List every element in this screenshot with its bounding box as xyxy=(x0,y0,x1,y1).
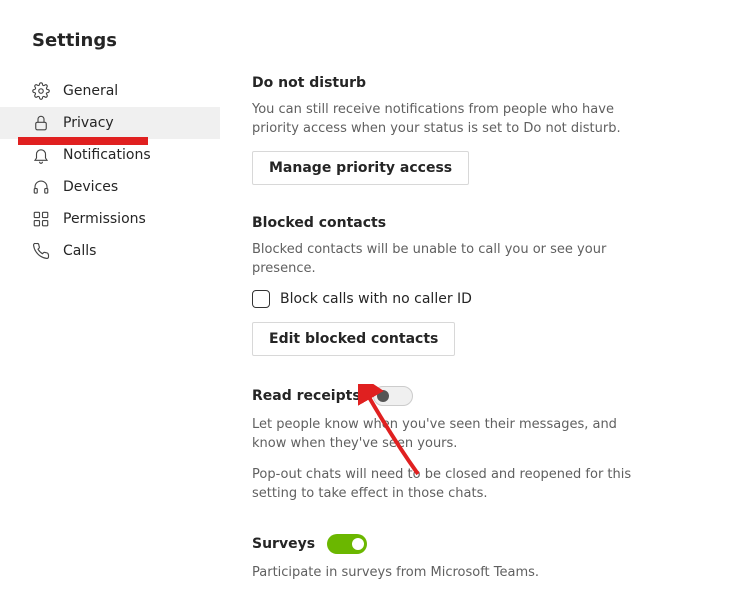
read-receipts-toggle[interactable] xyxy=(373,386,413,406)
page-title: Settings xyxy=(0,0,743,51)
sidebar-item-label: Privacy xyxy=(63,115,114,131)
section-blocked-contacts: Blocked contacts Blocked contacts will b… xyxy=(252,215,646,357)
phone-icon xyxy=(32,242,50,260)
dnd-description: You can still receive notifications from… xyxy=(252,101,646,139)
read-receipts-description-2: Pop-out chats will need to be closed and… xyxy=(252,466,646,504)
surveys-heading: Surveys xyxy=(252,536,315,552)
sidebar-item-permissions[interactable]: Permissions xyxy=(0,203,220,235)
gear-icon xyxy=(32,82,50,100)
checkbox-box-icon xyxy=(252,290,270,308)
manage-priority-access-button[interactable]: Manage priority access xyxy=(252,151,469,185)
sidebar-item-label: Permissions xyxy=(63,211,146,227)
surveys-description: Participate in surveys from Microsoft Te… xyxy=(252,564,646,583)
section-read-receipts: Read receipts Let people know when you'v… xyxy=(252,386,646,503)
edit-blocked-contacts-button[interactable]: Edit blocked contacts xyxy=(252,322,455,356)
headset-icon xyxy=(32,178,50,196)
sidebar-item-calls[interactable]: Calls xyxy=(0,235,220,267)
lock-icon xyxy=(32,114,50,132)
block-no-caller-id-checkbox[interactable]: Block calls with no caller ID xyxy=(252,290,646,308)
section-surveys: Surveys Participate in surveys from Micr… xyxy=(252,534,646,583)
sidebar-item-label: Devices xyxy=(63,179,118,195)
dnd-heading: Do not disturb xyxy=(252,75,646,91)
sidebar-item-privacy[interactable]: Privacy xyxy=(0,107,220,139)
sidebar-item-general[interactable]: General xyxy=(0,75,220,107)
sidebar-item-label: Calls xyxy=(63,243,96,259)
blocked-heading: Blocked contacts xyxy=(252,215,646,231)
sidebar-item-devices[interactable]: Devices xyxy=(0,171,220,203)
sidebar-item-label: Notifications xyxy=(63,147,151,163)
layout: General Privacy Notifications Devices Pe xyxy=(0,51,743,613)
section-do-not-disturb: Do not disturb You can still receive not… xyxy=(252,75,646,185)
blocked-description: Blocked contacts will be unable to call … xyxy=(252,241,646,279)
surveys-toggle[interactable] xyxy=(327,534,367,554)
read-receipts-description-1: Let people know when you've seen their m… xyxy=(252,416,646,454)
bell-icon xyxy=(32,146,50,164)
settings-content: Do not disturb You can still receive not… xyxy=(220,75,686,613)
read-receipts-heading: Read receipts xyxy=(252,388,361,404)
checkbox-label: Block calls with no caller ID xyxy=(280,291,472,307)
red-annotation-bar xyxy=(18,137,148,145)
apps-icon xyxy=(32,210,50,228)
sidebar-item-label: General xyxy=(63,83,118,99)
settings-sidebar: General Privacy Notifications Devices Pe xyxy=(0,75,220,613)
